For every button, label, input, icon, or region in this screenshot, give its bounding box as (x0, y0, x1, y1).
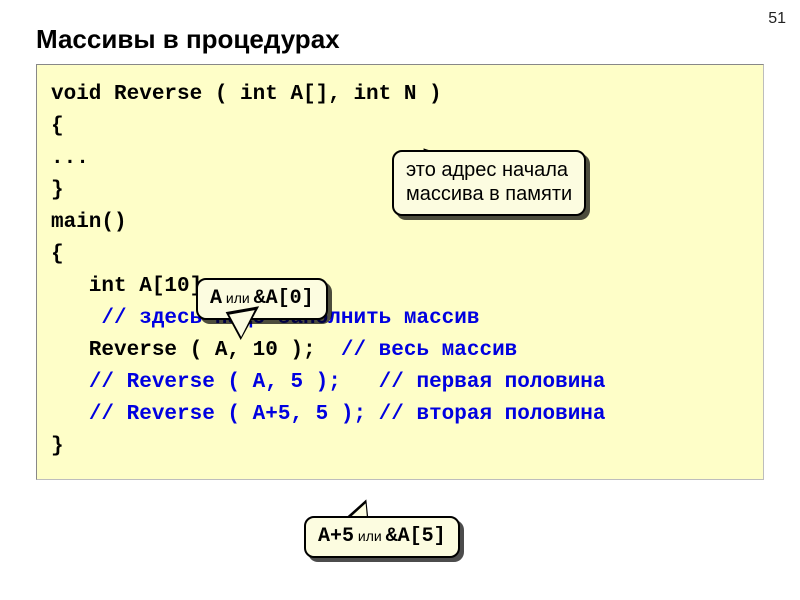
page-number: 51 (768, 10, 786, 28)
code-comment: // весь массив (341, 339, 517, 362)
code-line (51, 307, 101, 330)
callout-code: A+5 (318, 525, 354, 548)
code-comment: // Reverse ( A, 5 ); // первая половина (89, 371, 606, 394)
callout-text: это адрес начала (406, 158, 572, 182)
callout-code: &A[5] (386, 525, 446, 548)
code-line (51, 371, 89, 394)
code-line: ... (51, 147, 89, 170)
code-line: } (51, 435, 64, 458)
code-block: void Reverse ( int A[], int N ) { ... } … (36, 64, 764, 480)
code-line: main() (51, 211, 127, 234)
callout-a5-or-a5: A+5 или &A[5] (304, 516, 460, 558)
callout-text: или (222, 290, 254, 306)
code-comment: // Reverse ( A+5, 5 ); // вторая половин… (89, 403, 606, 426)
callout-a-or-a0: A или &A[0] (196, 278, 328, 320)
callout-code: &A[0] (254, 287, 314, 310)
code-line: { (51, 115, 64, 138)
code-line: { (51, 243, 64, 266)
callout-text: или (354, 528, 386, 544)
code-line: Reverse ( A, 10 ); (51, 339, 341, 362)
code-line: } (51, 179, 64, 202)
callout-code: A (210, 287, 222, 310)
code-line: void Reverse ( int A[], int N ) (51, 83, 442, 106)
code-line: int A[10]; (51, 275, 215, 298)
slide-title: Массивы в процедурах (36, 24, 340, 55)
code-line (51, 403, 89, 426)
callout-text: массива в памяти (406, 182, 572, 206)
callout-address: это адрес начала массива в памяти (392, 150, 586, 216)
callout-tail (226, 306, 265, 341)
